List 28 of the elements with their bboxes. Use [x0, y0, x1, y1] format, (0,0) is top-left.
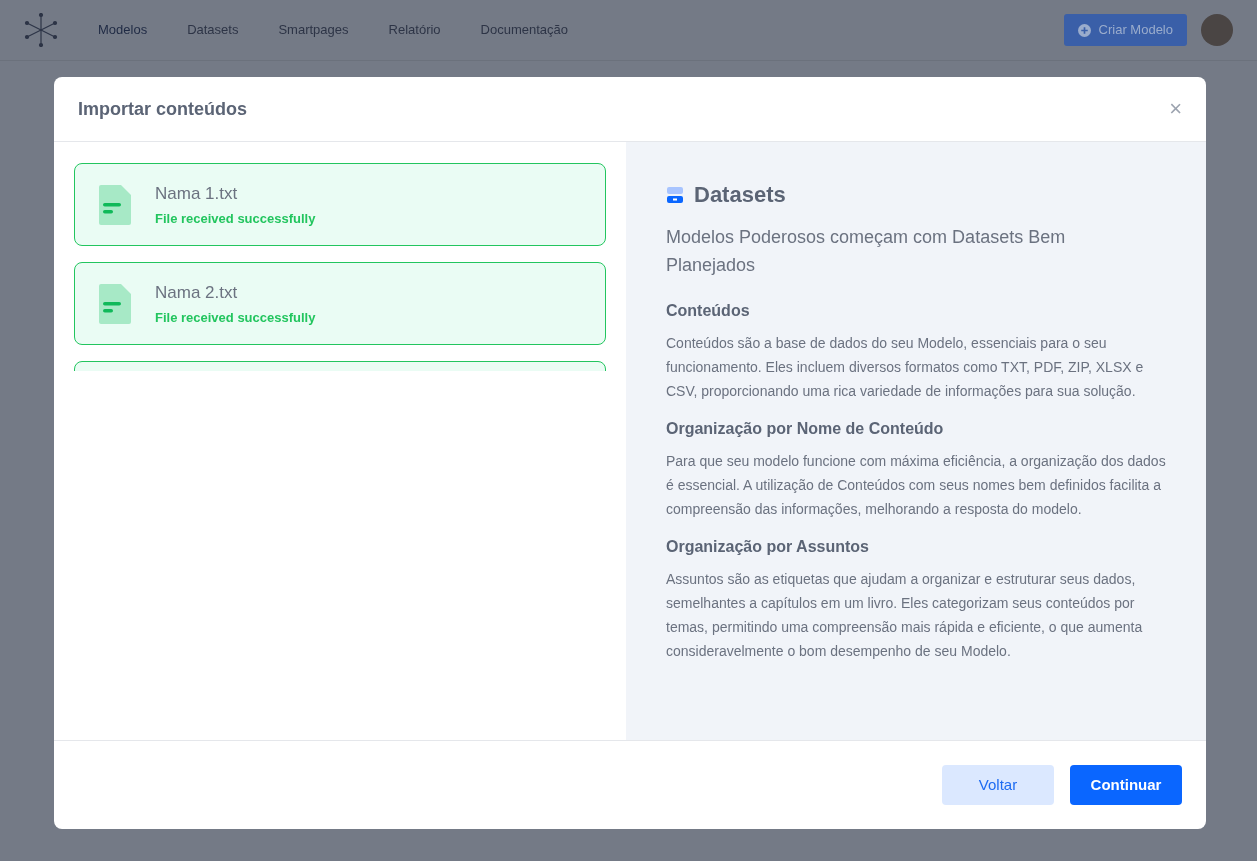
document-icon: [99, 283, 131, 324]
plus-circle-icon: [1077, 23, 1091, 37]
drawer-icon: [666, 185, 684, 204]
section-heading: Organização por Assuntos: [666, 537, 870, 557]
nav-link[interactable]: Smartpages: [278, 20, 349, 40]
section-heading: Conteúdos: [666, 301, 751, 321]
nav-link[interactable]: Documentação: [480, 20, 569, 40]
nav-link[interactable]: Relatório: [388, 20, 441, 40]
file-status: File received successfully: [155, 210, 316, 228]
file-name: Nama 2.txt: [155, 281, 239, 304]
document-icon: [99, 184, 131, 225]
section-text: Assuntos são as etiquetas que ajudam a organizar e estruturar seus dados, semelhantes a capítulos em um livro. Eles categorizam seus conteúdos por temas, permitindo uma compreensão mais rápida e eficiente, o que aumenta consideravelmente o bom desempenho de seu Modelo.: [666, 570, 1144, 661]
create-model-button[interactable]: Criar Modelo: [1063, 14, 1187, 46]
info-title: Datasets: [694, 181, 786, 209]
nav-link[interactable]: Modelos: [98, 20, 148, 40]
file-status: File received successfully: [155, 309, 316, 327]
modal-title: Importar conteúdos: [78, 97, 248, 121]
info-subtitle: Modelos Poderosos começam com Datasets Bem Planejados: [666, 226, 1067, 277]
continue-button[interactable]: Continuar: [1070, 765, 1182, 805]
nav-link[interactable]: Datasets: [187, 20, 239, 40]
file-name: Nama 1.txt: [155, 182, 239, 205]
back-button[interactable]: Voltar: [942, 765, 1054, 805]
logo-icon[interactable]: [24, 13, 58, 47]
section-text: Para que seu modelo funcione com máxima eficiência, a organização dos dados é essencial. A utilização de Conteúdos com seus nomes bem definidos facilita a compreensão das informações, melhorando a resposta do modelo.: [666, 452, 1166, 519]
section-heading: Organização por Nome de Conteúdo: [666, 419, 945, 439]
avatar[interactable]: [1201, 14, 1233, 46]
section-text: Conteúdos são a base de dados do seu Modelo, essenciais para o seu funcionamento. Eles incluem diversos formatos como TXT, PDF, ZIP, XLSX e CSV, proporcionando uma rica variedade de informações para sua solução.: [666, 334, 1145, 401]
close-button[interactable]: ×: [1169, 98, 1182, 120]
